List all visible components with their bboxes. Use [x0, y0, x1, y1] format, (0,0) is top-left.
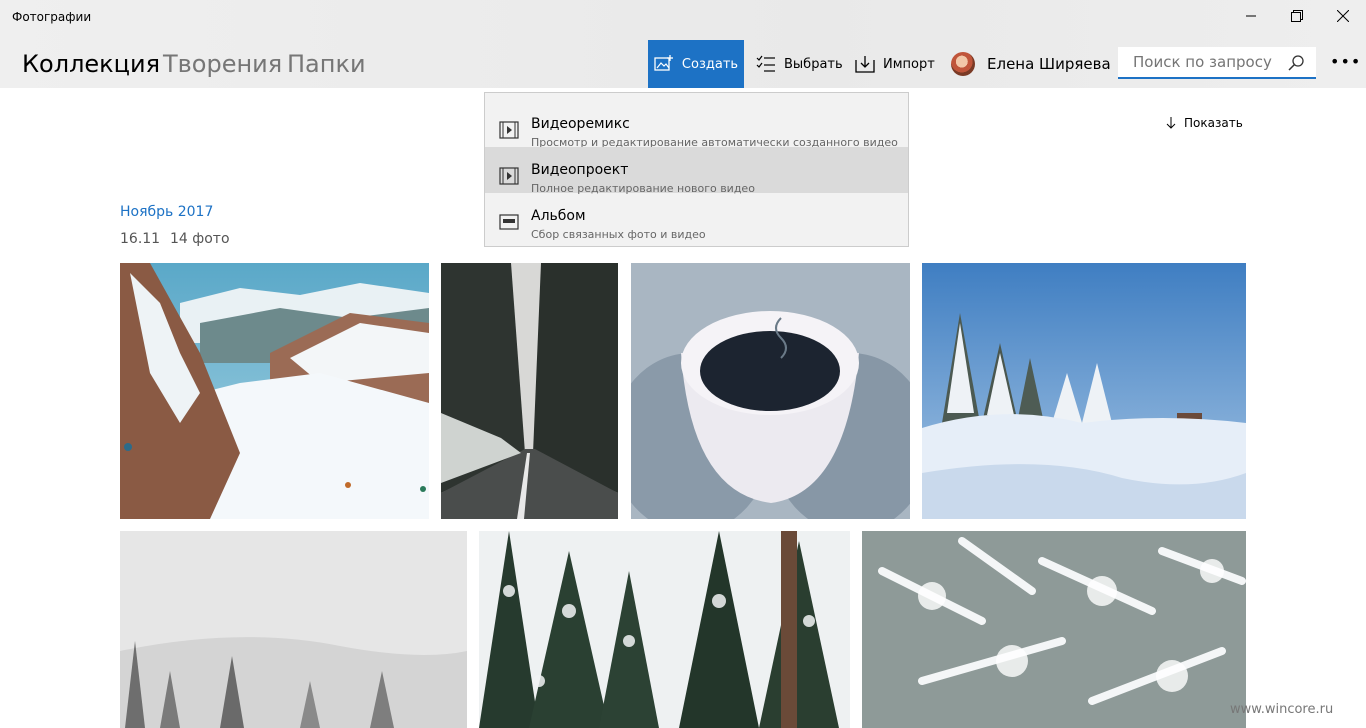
- date-label: 16.11: [120, 231, 161, 247]
- photo-coffee-cup-mittens[interactable]: [631, 263, 910, 519]
- tab-collection[interactable]: Коллекция: [22, 50, 160, 78]
- show-label: Показать: [1184, 116, 1243, 130]
- user-account-button[interactable]: Елена Ширяева: [951, 40, 1111, 88]
- menu-item-title: Видеоремикс: [531, 116, 630, 132]
- select-label: Выбрать: [784, 56, 843, 72]
- close-icon: [1337, 10, 1349, 22]
- album-icon: [499, 214, 519, 230]
- photo-frosted-fir-branches[interactable]: [862, 531, 1246, 728]
- create-icon: [654, 55, 673, 71]
- minimize-button[interactable]: [1228, 0, 1274, 32]
- minimize-icon: [1246, 15, 1256, 17]
- menu-item-description: Сбор связанных фото и видео: [531, 228, 706, 241]
- menu-item-video-project[interactable]: Видеопроект Полное редактирование нового…: [485, 147, 908, 195]
- photo-snowy-pine-forest[interactable]: [479, 531, 850, 728]
- tab-creations[interactable]: Творения: [163, 50, 282, 78]
- arrow-down-icon: [1166, 117, 1176, 129]
- menu-item-video-remix[interactable]: Видеоремикс Просмотр и редактирование ав…: [485, 101, 908, 149]
- photo-forest-road[interactable]: [441, 263, 618, 519]
- menu-item-title: Альбом: [531, 208, 586, 224]
- menu-item-title: Видеопроект: [531, 162, 629, 178]
- import-button[interactable]: Импорт: [855, 40, 935, 88]
- search-input[interactable]: [1133, 53, 1273, 71]
- create-button[interactable]: Создать: [648, 40, 744, 88]
- month-heading[interactable]: Ноябрь 2017: [120, 204, 213, 220]
- search-icon[interactable]: [1288, 55, 1304, 71]
- restore-button[interactable]: [1274, 0, 1320, 32]
- more-icon[interactable]: •••: [1330, 52, 1361, 71]
- import-label: Импорт: [883, 56, 935, 72]
- restore-icon: [1291, 10, 1303, 22]
- user-name: Елена Ширяева: [987, 55, 1111, 73]
- search-box[interactable]: [1118, 47, 1316, 79]
- video-remix-icon: [499, 121, 519, 139]
- photo-count: 14 фото: [170, 231, 230, 247]
- title-bar-header: Фотографии Коллекция Творения Папки Созд…: [0, 0, 1366, 88]
- watermark: www.wincore.ru: [1230, 702, 1334, 717]
- create-label: Создать: [681, 56, 739, 72]
- tab-folders[interactable]: Папки: [287, 50, 366, 78]
- app-title: Фотографии: [12, 10, 92, 24]
- menu-item-album[interactable]: Альбом Сбор связанных фото и видео: [485, 193, 908, 241]
- photo-snowy-trees-blue-sky[interactable]: [922, 263, 1246, 519]
- select-button[interactable]: Выбрать: [756, 40, 843, 88]
- import-icon: [855, 56, 875, 73]
- video-project-icon: [499, 167, 519, 185]
- show-button[interactable]: Показать: [1166, 116, 1243, 130]
- create-menu: Видеоремикс Просмотр и редактирование ав…: [484, 92, 909, 247]
- avatar: [951, 52, 975, 76]
- close-button[interactable]: [1320, 0, 1366, 32]
- photo-mountain-ski-slope[interactable]: [120, 263, 429, 519]
- checklist-icon: [756, 55, 775, 72]
- photo-foggy-snowy-hill[interactable]: [120, 531, 467, 728]
